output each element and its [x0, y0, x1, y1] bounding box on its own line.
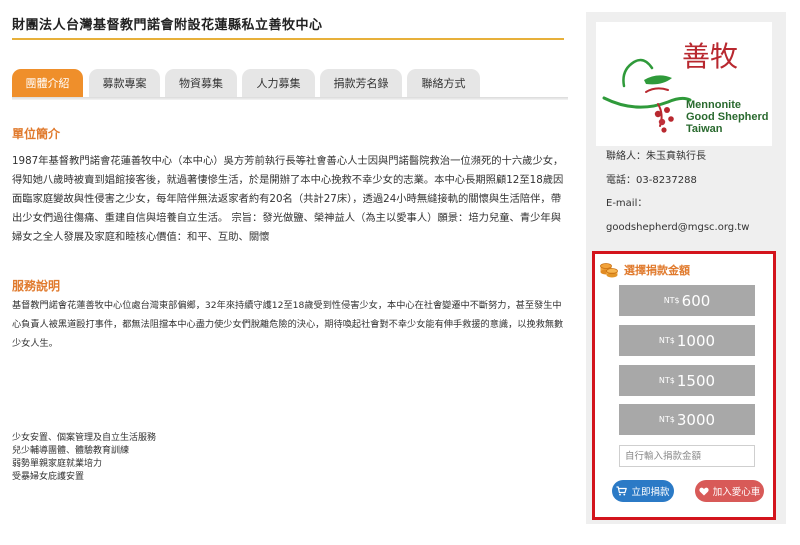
donation-header: 選擇捐款金額 — [600, 262, 690, 278]
amount-button-1500[interactable]: NT$ 1500 — [619, 365, 755, 396]
custom-amount-input[interactable] — [619, 445, 755, 467]
list-item: 兒少輔導團體、體驗教育訓練 — [12, 446, 130, 456]
currency-label: NT$ — [658, 376, 675, 385]
contact-person: 聯絡人：朱玉賁執行長 — [606, 151, 706, 162]
amount-button-600[interactable]: NT$ 600 — [619, 285, 755, 316]
intro-heading: 單位簡介 — [12, 127, 61, 141]
org-logo: 善牧 Mennonite Good Shepherd Taiwan — [596, 22, 772, 146]
amount-value: 600 — [681, 291, 711, 310]
contact-phone: 電話：03-8237288 — [606, 174, 697, 186]
tab-supplies[interactable]: 物資募集 — [165, 69, 237, 97]
title-divider — [12, 38, 564, 40]
contact-info: 聯絡人：朱玉賁執行長 電話：03-8237288 E-mail： goodshe… — [606, 145, 749, 239]
add-to-cart-button[interactable]: 加入愛心車 — [695, 480, 764, 502]
services-list: 少女安置、個案管理及自立生活服務 兒少輔導團體、體驗教育訓練 弱勢單親家庭就業培… — [12, 432, 156, 484]
tab-bar: 團體介紹 募款專案 物資募集 人力募集 捐款芳名錄 聯絡方式 — [12, 69, 568, 97]
main-content: 財團法人台灣基督教門諾會附設花蓮縣私立善牧中心 團體介紹 募款專案 物資募集 人… — [12, 0, 568, 545]
logo-english-line2: Good Shepherd — [686, 111, 769, 123]
logo-chinese-text: 善牧 — [682, 40, 738, 73]
logo-english-line3: Taiwan — [686, 123, 723, 135]
currency-label: NT$ — [658, 336, 675, 345]
list-item: 少女安置、個案管理及自立生活服務 — [12, 433, 157, 443]
contact-email-label: E-mail： — [606, 198, 648, 209]
logo-emblem: 善牧 Mennonite Good Shepherd Taiwan — [602, 40, 769, 135]
sidebar: 善牧 Mennonite Good Shepherd Taiwan 聯絡人：朱玉… — [586, 12, 786, 524]
service-heading: 服務說明 — [12, 279, 61, 293]
add-to-cart-label: 加入愛心車 — [712, 487, 761, 498]
logo-english-line1: Mennonite — [686, 99, 741, 111]
donation-heading: 選擇捐款金額 — [624, 264, 690, 277]
page-title: 財團法人台灣基督教門諾會附設花蓮縣私立善牧中心 — [12, 18, 323, 33]
tab-group-intro[interactable]: 團體介紹 — [12, 69, 83, 97]
amount-value: 1500 — [676, 371, 716, 390]
tab-contact[interactable]: 聯絡方式 — [407, 69, 480, 97]
tab-volunteers[interactable]: 人力募集 — [242, 69, 315, 97]
list-item: 受暴婦女庇護安置 — [12, 472, 85, 482]
donation-panel: 選擇捐款金額 NT$ 600 NT$ 1000 NT$ 1500 NT$ 300… — [592, 251, 776, 520]
donate-now-button[interactable]: 立即捐款 — [612, 480, 674, 502]
cart-icon — [616, 486, 628, 496]
amount-button-3000[interactable]: NT$ 3000 — [619, 404, 755, 435]
heart-icon — [699, 487, 709, 495]
currency-label: NT$ — [658, 415, 675, 424]
tab-divider — [12, 97, 568, 100]
service-text: 基督教門諾會花蓮善牧中心位處台灣東部偏鄉，32年來持續守護12至18歲受到性侵害… — [12, 300, 564, 349]
intro-text: 1987年基督教門諾會花蓮善牧中心（本中心）吳方芳前執行長等社會善心人士因與門諾… — [12, 155, 564, 243]
list-item: 弱勢單親家庭就業培力 — [12, 459, 103, 469]
amount-button-1000[interactable]: NT$ 1000 — [619, 325, 755, 356]
coins-icon — [600, 263, 618, 278]
tab-donor-list[interactable]: 捐款芳名錄 — [320, 69, 402, 97]
donate-now-label: 立即捐款 — [631, 487, 670, 498]
tab-fundraising-projects[interactable]: 募款專案 — [89, 69, 160, 97]
contact-email[interactable]: goodshepherd@mgsc.org.tw — [606, 216, 749, 240]
amount-value: 1000 — [676, 331, 716, 350]
currency-label: NT$ — [663, 296, 680, 305]
amount-value: 3000 — [676, 410, 716, 429]
